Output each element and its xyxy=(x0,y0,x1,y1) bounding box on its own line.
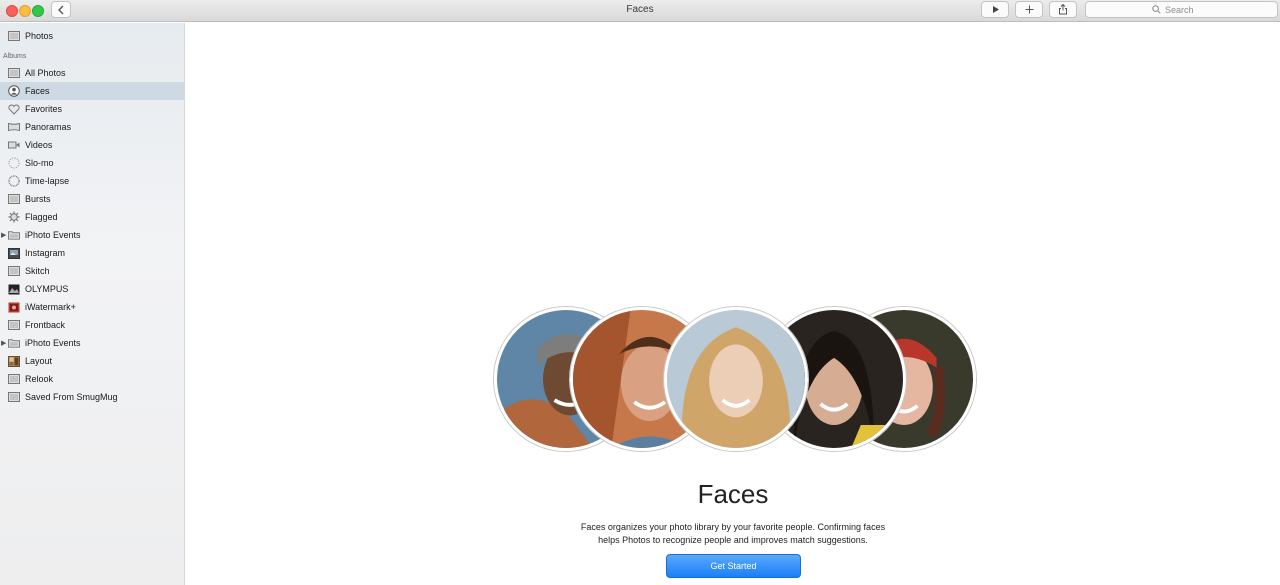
sidebar-item-favorites[interactable]: Favorites xyxy=(0,100,184,118)
plus-icon xyxy=(1025,5,1033,14)
gear-icon xyxy=(8,211,20,223)
faces-description: Faces organizes your photo library by yo… xyxy=(533,521,933,547)
sidebar-item-label: Bursts xyxy=(25,194,51,204)
sidebar-item-olympus[interactable]: OLYMPUS xyxy=(0,280,184,298)
play-icon xyxy=(992,6,999,13)
sidebar-item-label: All Photos xyxy=(25,68,66,78)
share-icon xyxy=(1059,4,1067,15)
add-button[interactable] xyxy=(1015,1,1043,18)
sidebar-item-panoramas[interactable]: Panoramas xyxy=(0,118,184,136)
back-button[interactable] xyxy=(51,1,71,18)
main-content: Faces Faces organizes your photo library… xyxy=(186,23,1280,585)
albums-section-header: Albums xyxy=(3,53,27,60)
sidebar-item-label: Layout xyxy=(25,356,53,366)
heart-icon xyxy=(8,103,20,115)
search-input[interactable] xyxy=(1165,4,1211,15)
photos-icon xyxy=(8,30,20,42)
faces-illustration xyxy=(494,307,976,451)
sidebar-item-layout[interactable]: Layout xyxy=(0,352,184,370)
sidebar-item-skitch[interactable]: Skitch xyxy=(0,262,184,280)
album-icon xyxy=(8,67,20,79)
close-window-button[interactable] xyxy=(6,5,18,17)
instagram-album-icon xyxy=(8,247,20,259)
sidebar-item-videos[interactable]: Videos xyxy=(0,136,184,154)
sidebar-item-saved-from-smugmug[interactable]: Saved From SmugMug xyxy=(0,388,184,406)
disclosure-triangle-icon[interactable]: ▶ xyxy=(1,339,6,347)
sidebar-item-label: Frontback xyxy=(25,320,66,330)
sidebar-item-flagged[interactable]: Flagged xyxy=(0,208,184,226)
minimize-window-button[interactable] xyxy=(19,5,31,17)
folder-icon xyxy=(8,229,20,241)
description-line: Faces organizes your photo library by yo… xyxy=(580,522,886,532)
olympus-album-icon xyxy=(8,283,20,295)
sidebar-item-label: Slo-mo xyxy=(25,158,54,168)
sidebar-item-label: Videos xyxy=(25,140,53,150)
description-line: helps Photos to recognize people and imp… xyxy=(598,535,868,545)
sidebar-item-label: Relook xyxy=(25,374,54,384)
album-icon xyxy=(8,373,20,385)
search-icon xyxy=(1152,5,1161,14)
sidebar-item-label: Favorites xyxy=(25,104,63,114)
page-title: Faces xyxy=(697,479,769,509)
layout-album-icon xyxy=(8,355,20,367)
window-title: Faces xyxy=(626,4,654,15)
slomo-icon xyxy=(8,157,20,169)
video-icon xyxy=(8,139,20,151)
album-icon xyxy=(8,319,20,331)
sidebar-item-faces[interactable]: Faces xyxy=(0,82,184,100)
panorama-icon xyxy=(8,121,20,133)
sidebar-item-label: iPhoto Events xyxy=(25,338,81,348)
sidebar-item-label: Instagram xyxy=(25,248,66,258)
sidebar-item-label: Skitch xyxy=(25,266,50,276)
sidebar-item-label: iWatermark+ xyxy=(25,302,76,312)
sidebar-item-all-photos[interactable]: All Photos xyxy=(0,64,184,82)
sidebar-item-instagram[interactable]: Instagram xyxy=(0,244,184,262)
disclosure-triangle-icon[interactable]: ▶ xyxy=(1,231,6,239)
sidebar-item-iphoto-events[interactable]: ▶ iPhoto Events xyxy=(0,226,184,244)
search-field[interactable] xyxy=(1085,1,1278,18)
sidebar-item-iphoto-events-2[interactable]: ▶ iPhoto Events xyxy=(0,334,184,352)
sidebar-item-time-lapse[interactable]: Time-lapse xyxy=(0,172,184,190)
sidebar-item-label: iPhoto Events xyxy=(25,230,81,240)
person-icon xyxy=(8,85,20,97)
chevron-left-icon xyxy=(58,5,64,14)
sidebar: Photos Albums All Photos Faces Favorites… xyxy=(0,23,185,585)
sidebar-item-bursts[interactable]: Bursts xyxy=(0,190,184,208)
slideshow-button[interactable] xyxy=(981,1,1009,18)
timelapse-icon xyxy=(8,175,20,187)
album-icon xyxy=(8,391,20,403)
sidebar-item-label: Time-lapse xyxy=(25,176,70,186)
share-button[interactable] xyxy=(1049,1,1077,18)
sidebar-item-label: Saved From SmugMug xyxy=(25,392,118,402)
title-bar: Faces xyxy=(0,0,1280,22)
sidebar-item-label: Faces xyxy=(25,86,50,96)
sidebar-item-photos[interactable]: Photos xyxy=(0,27,184,45)
folder-icon xyxy=(8,337,20,349)
burst-icon xyxy=(8,193,20,205)
face-photo xyxy=(664,307,808,451)
sidebar-item-label: OLYMPUS xyxy=(25,284,69,294)
sidebar-item-label: Panoramas xyxy=(25,122,72,132)
iwatermark-album-icon xyxy=(8,301,20,313)
get-started-button[interactable]: Get Started xyxy=(666,554,801,578)
sidebar-item-iwatermark[interactable]: iWatermark+ xyxy=(0,298,184,316)
sidebar-item-frontback[interactable]: Frontback xyxy=(0,316,184,334)
sidebar-item-label: Photos xyxy=(25,31,54,41)
sidebar-item-label: Flagged xyxy=(25,212,58,222)
sidebar-item-slo-mo[interactable]: Slo-mo xyxy=(0,154,184,172)
zoom-window-button[interactable] xyxy=(32,5,44,17)
album-icon xyxy=(8,265,20,277)
sidebar-item-relook[interactable]: Relook xyxy=(0,370,184,388)
